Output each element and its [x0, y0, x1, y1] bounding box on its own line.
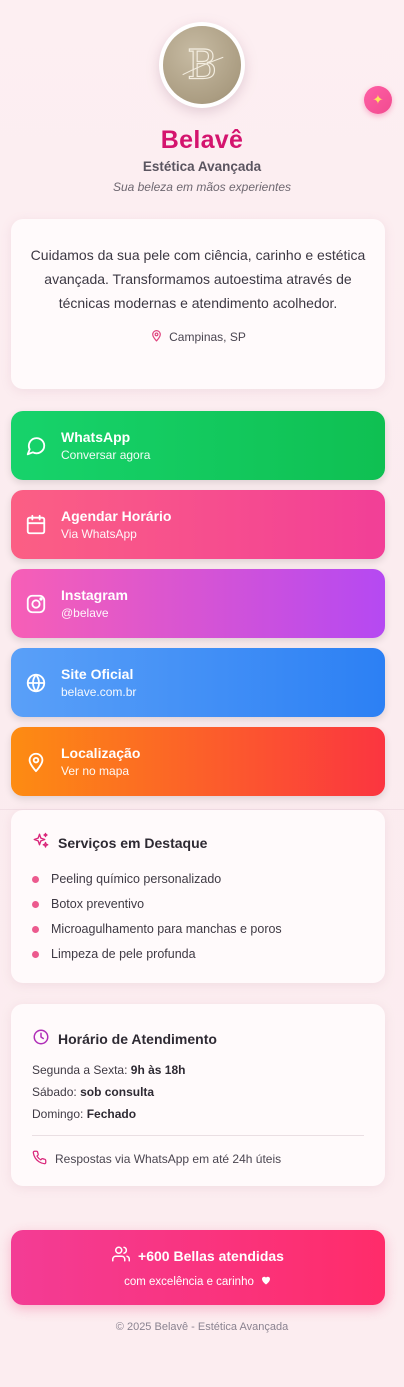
stats-sub-text: com excelência e carinho	[124, 1275, 254, 1288]
instagram-button[interactable]: Instagram @belave	[11, 569, 385, 638]
reply-note: Respostas via WhatsApp em até 24h úteis	[32, 1150, 364, 1168]
brand-tagline: Sua beleza em mãos experientes	[112, 180, 292, 194]
reply-text: Respostas via WhatsApp em até 24h úteis	[55, 1152, 282, 1166]
svg-text:B: B	[187, 41, 217, 89]
list-item: Botox preventivo	[32, 892, 364, 917]
schedule-button[interactable]: Agendar Horário Via WhatsApp	[11, 490, 385, 559]
sparkle-icon: ✦	[372, 92, 384, 107]
services-card: Serviços em Destaque Peeling químico per…	[11, 810, 385, 983]
brand-name: Belavê	[160, 126, 244, 154]
about-text: Cuidamos da sua pele com ciência, carinh…	[30, 247, 366, 311]
map-pin-icon	[150, 329, 163, 345]
stats-headline-text: +600 Bellas atendidas	[138, 1247, 284, 1264]
services-heading: Serviços em Destaque	[32, 832, 364, 853]
hours-row-sunday: Domingo: Fechado	[32, 1107, 137, 1121]
whatsapp-button[interactable]: WhatsApp Conversar agora	[11, 411, 385, 480]
hours-row-saturday: Sábado: sob consulta	[32, 1085, 155, 1099]
location-title: Localização	[61, 744, 141, 761]
hours-heading: Horário de Atendimento	[32, 1028, 364, 1049]
bullet-dot	[32, 926, 39, 933]
instagram-icon	[25, 593, 47, 615]
website-sub: belave.com.br	[61, 684, 137, 699]
users-icon	[112, 1245, 131, 1266]
heart-icon	[260, 1274, 272, 1289]
header: B ✦ Belavê Estética Avançada Sua beleza …	[0, 0, 404, 194]
stats-headline: +600 Bellas atendidas	[11, 1245, 385, 1266]
clock-icon	[32, 1028, 50, 1049]
globe-icon	[25, 672, 47, 694]
whatsapp-sub: Conversar agora	[61, 447, 151, 462]
sparkle-button[interactable]: ✦	[364, 86, 392, 114]
bullet-dot	[32, 901, 39, 908]
phone-icon	[32, 1150, 47, 1168]
list-item: Peeling químico personalizado	[32, 867, 364, 892]
services-list: Peeling químico personalizado Botox prev…	[32, 867, 364, 967]
instagram-title: Instagram	[61, 586, 128, 603]
location-line: Campinas, SP	[29, 329, 367, 345]
services-title: Serviços em Destaque	[58, 834, 208, 851]
logo: B	[159, 22, 245, 108]
website-title: Site Oficial	[61, 665, 134, 682]
whatsapp-title: WhatsApp	[61, 428, 131, 445]
hours-divider	[32, 1135, 364, 1136]
schedule-sub: Via WhatsApp	[61, 526, 137, 541]
location-button[interactable]: Localização Ver no mapa	[11, 727, 385, 796]
instagram-sub: @belave	[61, 605, 109, 620]
hours-card: Horário de Atendimento Segunda a Sexta: …	[11, 1004, 385, 1186]
sparkles-icon	[32, 832, 50, 853]
stats-banner: +600 Bellas atendidas com excelência e c…	[11, 1230, 385, 1305]
bullet-dot	[32, 876, 39, 883]
location-sub: Ver no mapa	[61, 763, 130, 778]
hours-rows: Segunda a Sexta: 9h às 18h Sábado: sob c…	[32, 1059, 364, 1125]
hours-row-weekdays: Segunda a Sexta: 9h às 18h	[32, 1063, 186, 1077]
link-list: WhatsApp Conversar agora Agendar Horário…	[0, 411, 404, 796]
list-item: Microagulhamento para manchas e poros	[32, 917, 364, 942]
about-card: Cuidamos da sua pele com ciência, carinh…	[11, 219, 385, 389]
map-pin-icon	[25, 751, 47, 773]
bullet-dot	[32, 951, 39, 958]
chat-icon	[25, 435, 47, 457]
list-item: Limpeza de pele profunda	[32, 942, 364, 967]
stats-sub: com excelência e carinho	[11, 1274, 385, 1289]
hours-title: Horário de Atendimento	[58, 1030, 217, 1047]
location-text: Campinas, SP	[169, 330, 246, 344]
brand-subtitle: Estética Avançada	[142, 159, 262, 174]
calendar-icon	[25, 514, 47, 536]
schedule-title: Agendar Horário	[61, 507, 172, 524]
website-button[interactable]: Site Oficial belave.com.br	[11, 648, 385, 717]
footer-copyright: © 2025 Belavê - Estética Avançada	[115, 1321, 289, 1333]
logo-emblem: B	[163, 26, 241, 104]
